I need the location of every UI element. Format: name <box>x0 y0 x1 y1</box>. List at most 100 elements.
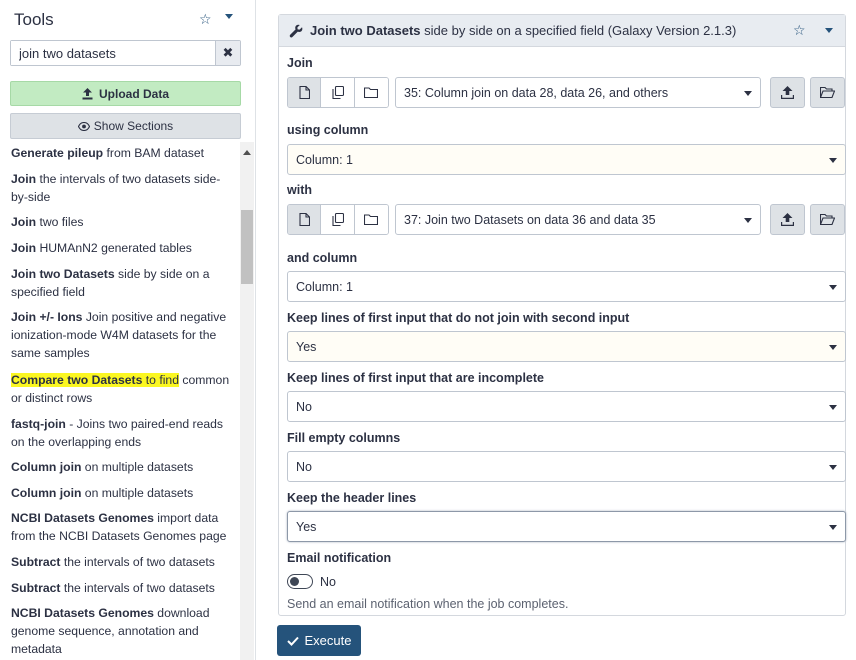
files-icon <box>331 86 344 99</box>
tool-item-join-humann2[interactable]: Join HUMAnN2 generated tables <box>11 239 233 257</box>
fill-empty-label: Fill empty columns <box>287 431 401 445</box>
keep-incomplete-value: No <box>296 400 312 414</box>
with-dataset-value: 37: Join two Datasets on data 36 and dat… <box>404 213 656 227</box>
tool-item-join-ions[interactable]: Join +/- Ions Join positive and negative… <box>11 308 233 362</box>
chevron-down-icon <box>829 465 837 470</box>
with-upload-button[interactable] <box>770 204 805 235</box>
header-lines-select[interactable]: Yes <box>287 511 846 542</box>
email-notification-label: Email notification <box>287 551 392 565</box>
join-label: Join <box>287 56 313 70</box>
join-dataset-value: 35: Column join on data 28, data 26, and… <box>404 86 669 100</box>
email-toggle-value: No <box>320 575 336 589</box>
and-column-value: Column: 1 <box>296 280 353 294</box>
favorite-tool-star-icon[interactable]: ☆ <box>793 22 806 39</box>
keep-incomplete-select[interactable]: No <box>287 391 846 422</box>
tool-item-compare-two-datasets[interactable]: Compare two Datasets to find common or d… <box>11 371 233 407</box>
upload-data-button[interactable]: Upload Data <box>10 81 241 106</box>
tool-search-input[interactable] <box>11 41 215 65</box>
files-icon <box>331 213 344 226</box>
tool-item-join-intervals[interactable]: Join the intervals of two datasets side-… <box>11 170 233 206</box>
tool-item-fastq-join[interactable]: fastq-join - Joins two paired-end reads … <box>11 415 233 451</box>
header-lines-value: Yes <box>296 520 317 534</box>
join-upload-button[interactable] <box>770 77 805 108</box>
tool-item-join-two-datasets[interactable]: Join two Datasets side by side on a spec… <box>11 265 233 301</box>
wrench-icon <box>289 24 303 38</box>
scroll-up-arrow-icon[interactable] <box>243 150 251 155</box>
upload-icon <box>82 87 93 99</box>
tool-item-ncbi-import[interactable]: NCBI Datasets Genomes import data from t… <box>11 509 233 545</box>
keep-no-join-select[interactable]: Yes <box>287 331 846 362</box>
tool-form: Join two Datasets side by side on a spec… <box>278 14 846 616</box>
chevron-down-icon <box>829 525 837 530</box>
tool-form-header: Join two Datasets side by side on a spec… <box>279 15 845 47</box>
execute-button[interactable]: Execute <box>277 625 361 656</box>
tool-form-title: Join two Datasets side by side on a spec… <box>310 23 737 38</box>
with-dataset-select[interactable]: 37: Join two Datasets on data 36 and dat… <box>395 204 761 235</box>
chevron-down-icon <box>744 91 752 96</box>
chevron-down-icon <box>829 405 837 410</box>
tool-search-box: ✖ <box>10 40 241 66</box>
join-dataset-select[interactable]: 35: Column join on data 28, data 26, and… <box>395 77 761 108</box>
tool-list: Generate pileup from BAM dataset Join th… <box>0 142 240 660</box>
using-column-label: using column <box>287 123 369 137</box>
tool-item-subtract-intervals[interactable]: Subtract the intervals of two datasets <box>11 553 233 571</box>
with-input-type-group <box>287 204 389 235</box>
keep-incomplete-label: Keep lines of first input that are incom… <box>287 371 544 385</box>
using-column-value: Column: 1 <box>296 153 353 167</box>
fill-empty-select[interactable]: No <box>287 451 846 482</box>
chevron-down-icon <box>829 158 837 163</box>
upload-data-label: Upload Data <box>98 86 169 101</box>
upload-icon <box>781 86 794 99</box>
tool-item-column-join-2[interactable]: Column join on multiple datasets <box>11 484 233 502</box>
panel-options-chevron-down-icon[interactable] <box>225 14 233 19</box>
dataset-collection-button[interactable] <box>354 78 388 107</box>
tool-panel-title: Tools <box>14 10 54 29</box>
keep-no-join-value: Yes <box>296 340 317 354</box>
email-help-text: Send an email notification when the job … <box>287 597 569 611</box>
show-sections-button[interactable]: Show Sections <box>10 113 241 139</box>
tool-item-generate-pileup[interactable]: Generate pileup from BAM dataset <box>11 144 233 162</box>
clear-search-button[interactable]: ✖ <box>215 41 240 65</box>
folder-icon <box>364 214 379 225</box>
folder-open-icon <box>820 87 835 98</box>
keep-no-join-label: Keep lines of first input that do not jo… <box>287 311 630 325</box>
file-icon <box>299 86 310 99</box>
chevron-down-icon <box>829 345 837 350</box>
tool-item-column-join[interactable]: Column join on multiple datasets <box>11 458 233 476</box>
single-dataset-button[interactable] <box>288 205 322 234</box>
fill-empty-value: No <box>296 460 312 474</box>
folder-icon <box>364 87 379 98</box>
header-lines-label: Keep the header lines <box>287 491 417 505</box>
check-icon <box>286 636 299 646</box>
chevron-down-icon <box>744 218 752 223</box>
scrollbar-thumb[interactable] <box>241 210 253 284</box>
with-label: with <box>287 183 312 197</box>
show-sections-label: Show Sections <box>93 119 174 133</box>
file-icon <box>299 213 310 226</box>
tool-panel: Tools ☆ ✖ Upload Data Show Sections Gene… <box>0 0 256 660</box>
close-icon: ✖ <box>222 45 234 60</box>
with-browse-button[interactable] <box>810 204 845 235</box>
and-column-select[interactable]: Column: 1 <box>287 271 846 302</box>
multiple-datasets-button[interactable] <box>321 78 355 107</box>
dataset-collection-button[interactable] <box>354 205 388 234</box>
join-input-type-group <box>287 77 389 108</box>
tool-item-subtract-intervals-2[interactable]: Subtract the intervals of two datasets <box>11 579 233 597</box>
using-column-select[interactable]: Column: 1 <box>287 144 846 175</box>
tool-item-join-two-files[interactable]: Join two files <box>11 213 233 231</box>
multiple-datasets-button[interactable] <box>321 205 355 234</box>
folder-open-icon <box>820 214 835 225</box>
email-notification-toggle[interactable] <box>287 574 313 589</box>
execute-label: Execute <box>304 633 352 648</box>
upload-icon <box>781 213 794 226</box>
favorites-star-icon[interactable]: ☆ <box>199 11 212 28</box>
join-browse-button[interactable] <box>810 77 845 108</box>
and-column-label: and column <box>287 251 358 265</box>
toggle-knob <box>290 577 299 586</box>
single-dataset-button[interactable] <box>288 78 322 107</box>
tool-item-ncbi-download[interactable]: NCBI Datasets Genomes download genome se… <box>11 604 233 658</box>
tool-list-scrollbar[interactable] <box>240 142 254 660</box>
tool-options-chevron-down-icon[interactable] <box>825 28 833 33</box>
eye-icon <box>77 121 90 131</box>
chevron-down-icon <box>829 285 837 290</box>
